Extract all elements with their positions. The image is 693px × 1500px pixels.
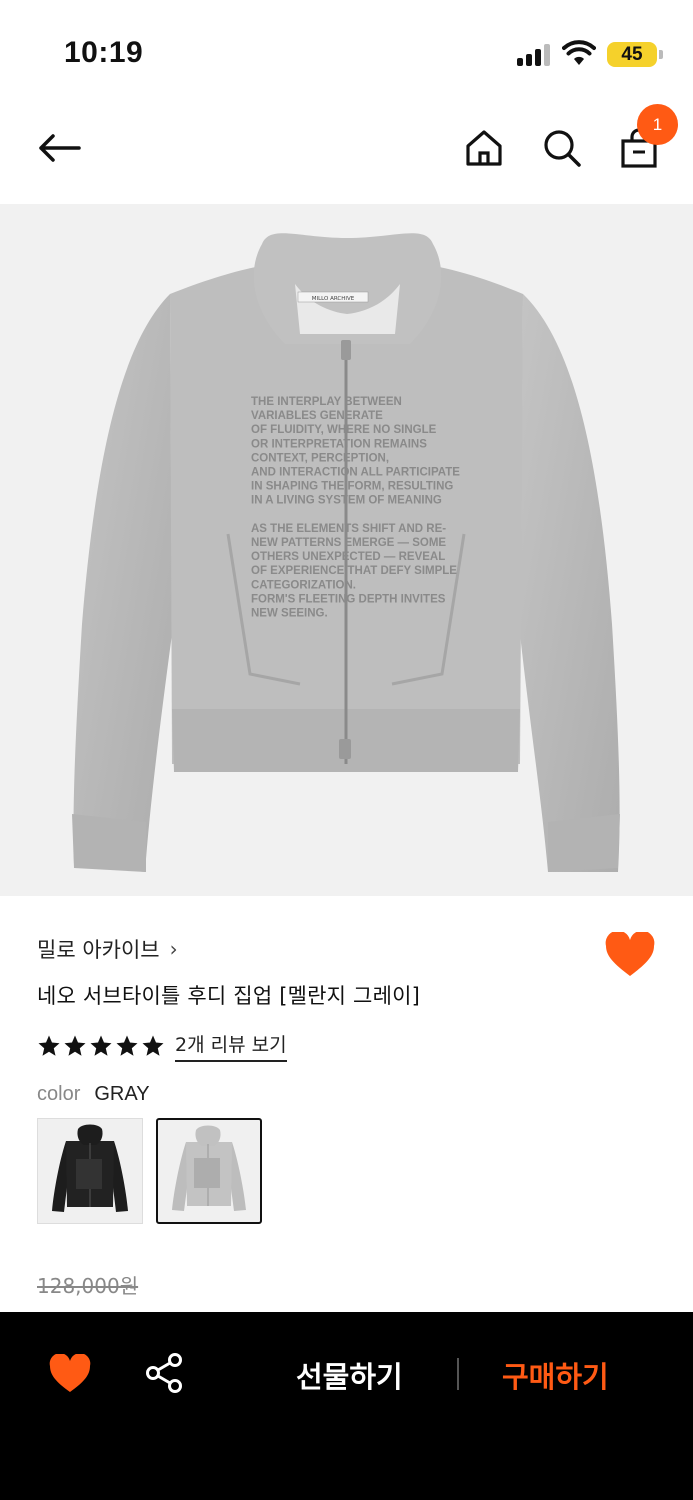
arrow-left-icon bbox=[39, 134, 81, 162]
home-button[interactable] bbox=[458, 122, 510, 174]
print-line: VARIABLES GENERATE bbox=[251, 410, 383, 422]
brand-name: 밀로 아카이브 bbox=[37, 938, 160, 962]
bottom-action-bar: 선물하기 구매하기 bbox=[0, 1312, 693, 1500]
print-line: OF FLUIDITY, WHERE NO SINGLE bbox=[251, 424, 437, 436]
hoodie-thumb-gray bbox=[172, 1125, 246, 1211]
swatch-black[interactable] bbox=[37, 1118, 143, 1224]
battery-indicator: 45 bbox=[607, 42, 657, 67]
original-price: 128,000원 bbox=[37, 1274, 139, 1298]
color-label: color bbox=[37, 1083, 81, 1105]
rating-row: 2개 리뷰 보기 bbox=[37, 1030, 287, 1062]
print-line: IN SHAPING THE FORM, RESULTING bbox=[251, 481, 453, 493]
print-line: AND INTERACTION ALL PARTICIPATE bbox=[251, 467, 460, 479]
print-line: CATEGORIZATION. bbox=[251, 579, 356, 591]
print-line: THE INTERPLAY BETWEEN bbox=[251, 396, 402, 408]
print-line: OTHERS UNEXPECTED — REVEAL bbox=[251, 551, 445, 563]
hoodie-thumb-black bbox=[52, 1124, 128, 1212]
hoodie-image: MILLO ARCHIVE THE INTERPLAY BETWEEN VARIA… bbox=[72, 233, 620, 872]
neck-label: MILLO ARCHIVE bbox=[312, 296, 355, 302]
color-value: GRAY bbox=[94, 1083, 150, 1105]
star-icon bbox=[142, 1035, 164, 1056]
print-line: CONTEXT, PERCEPTION, bbox=[251, 452, 389, 464]
status-time: 10:19 bbox=[64, 36, 144, 69]
swatch-gray[interactable] bbox=[156, 1118, 262, 1224]
buy-button[interactable]: 구매하기 bbox=[502, 1354, 609, 1396]
star-icon bbox=[90, 1035, 112, 1056]
share-icon[interactable] bbox=[144, 1352, 186, 1394]
wishlist-heart-icon[interactable] bbox=[604, 932, 656, 978]
divider bbox=[457, 1358, 459, 1390]
brand-link[interactable]: 밀로 아카이브 › bbox=[37, 934, 178, 964]
gift-button[interactable]: 선물하기 bbox=[296, 1354, 403, 1396]
search-icon bbox=[544, 130, 581, 167]
back-button[interactable] bbox=[33, 122, 85, 174]
product-image[interactable]: MILLO ARCHIVE THE INTERPLAY BETWEEN VARIA… bbox=[0, 204, 693, 896]
star-icon bbox=[38, 1035, 60, 1056]
search-button[interactable] bbox=[536, 122, 588, 174]
print-line: OR INTERPRETATION REMAINS bbox=[251, 438, 427, 450]
print-line: AS THE ELEMENTS SHIFT AND RE- bbox=[251, 523, 446, 535]
chevron-right-icon: › bbox=[169, 937, 178, 961]
print-line: NEW SEEING. bbox=[251, 608, 328, 620]
like-heart-icon[interactable] bbox=[48, 1354, 92, 1394]
home-icon bbox=[466, 130, 502, 166]
review-link[interactable]: 2개 리뷰 보기 bbox=[175, 1030, 287, 1062]
product-title: 네오 서브타이틀 후디 집업 [멜란지 그레이] bbox=[37, 984, 421, 1008]
status-bar: 10:19 45 bbox=[0, 0, 693, 100]
wifi-icon bbox=[562, 40, 596, 65]
cellular-signal-icon bbox=[517, 44, 551, 66]
print-line: FORM'S FLEETING DEPTH INVITES bbox=[251, 593, 446, 605]
cart-count-badge: 1 bbox=[637, 104, 678, 145]
color-row: color GRAY bbox=[37, 1083, 150, 1106]
star-rating bbox=[37, 1034, 165, 1058]
battery-tip bbox=[659, 50, 663, 59]
print-line: IN A LIVING SYSTEM OF MEANING bbox=[251, 495, 442, 507]
print-line: NEW PATTERNS EMERGE — SOME bbox=[251, 537, 446, 549]
star-icon bbox=[64, 1035, 86, 1056]
top-nav bbox=[0, 100, 693, 204]
star-icon bbox=[116, 1035, 138, 1056]
print-line: OF EXPERIENCE THAT DEFY SIMPLE bbox=[251, 565, 457, 577]
